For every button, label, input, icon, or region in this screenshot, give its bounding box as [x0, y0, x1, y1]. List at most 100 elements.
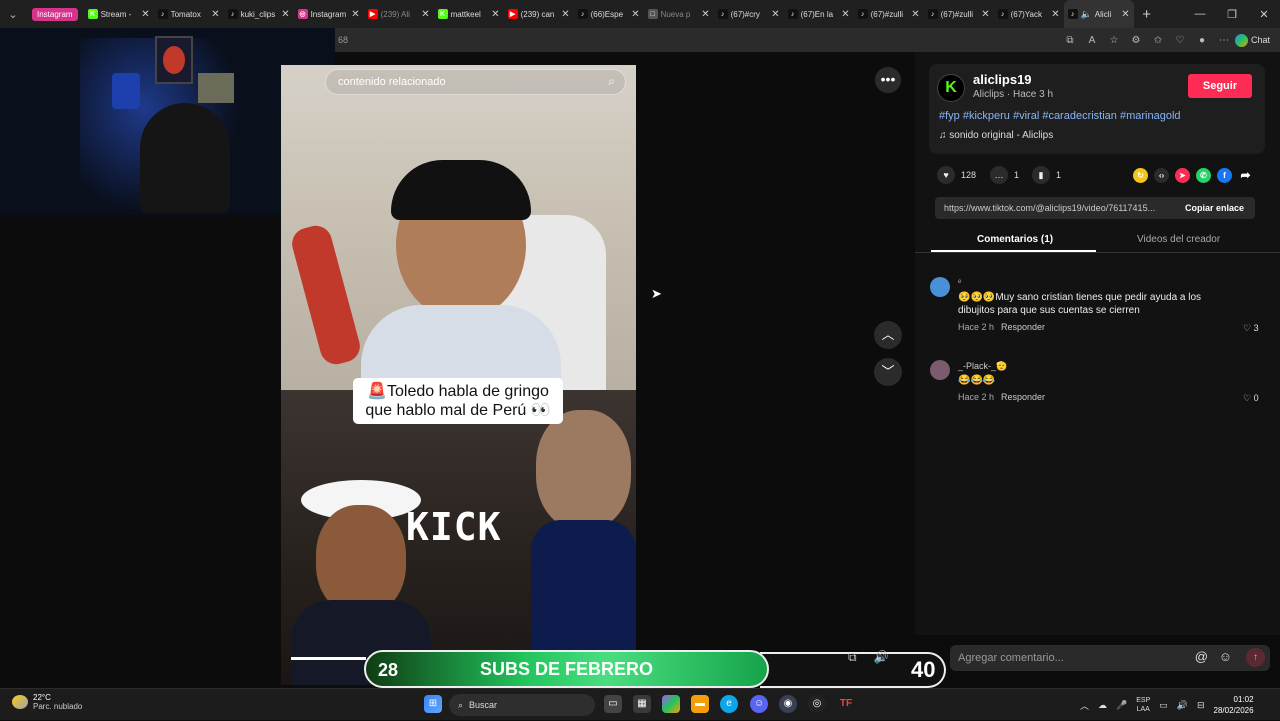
- favorite-star-icon[interactable]: ☆: [1103, 35, 1125, 46]
- display-icon[interactable]: ▭: [1159, 700, 1168, 711]
- video-progress-bar[interactable]: [291, 657, 366, 660]
- browser-tab[interactable]: ♪ (67)#zulli ✕: [924, 0, 994, 28]
- browser-essentials-icon[interactable]: ♡: [1169, 35, 1191, 46]
- browser-tab[interactable]: ▶ (239) can ✕: [504, 0, 574, 28]
- close-icon[interactable]: ✕: [1051, 9, 1059, 20]
- minimize-button[interactable]: —: [1184, 8, 1216, 20]
- language-indicator[interactable]: ESP LAA: [1136, 696, 1150, 714]
- related-content-search[interactable]: contenido relacionado ⌕: [325, 69, 626, 95]
- copilot-chat-button[interactable]: Chat: [1234, 33, 1280, 47]
- browser-tab[interactable]: ♪ (67)#zulli ✕: [854, 0, 924, 28]
- commenter-name[interactable]: _-Plack-_🫡: [958, 361, 1007, 372]
- commenter-avatar[interactable]: [930, 360, 950, 380]
- close-icon[interactable]: ✕: [911, 9, 919, 20]
- close-icon[interactable]: ✕: [211, 9, 219, 20]
- video-player[interactable]: contenido relacionado ⌕ 🚨Toledo habla de…: [281, 65, 636, 685]
- tab-group-label[interactable]: Instagram: [32, 7, 78, 21]
- close-icon[interactable]: ✕: [491, 9, 499, 20]
- taskbar-search[interactable]: ⌕ Buscar: [449, 694, 595, 716]
- close-icon[interactable]: ✕: [141, 9, 149, 20]
- browser-tab[interactable]: ♪ kuki_clips ✕: [224, 0, 294, 28]
- microphone-icon[interactable]: 🎤: [1116, 700, 1127, 711]
- browser-tab[interactable]: ◎ Instagram ✕: [294, 0, 364, 28]
- next-video-button[interactable]: ﹀: [874, 358, 902, 386]
- save-stat[interactable]: ▮ 1: [1032, 166, 1061, 184]
- obs-icon[interactable]: ◎: [808, 695, 826, 713]
- close-icon[interactable]: ✕: [771, 9, 779, 20]
- copilot-icon[interactable]: [662, 695, 680, 713]
- comment-like[interactable]: ♡ 0: [1243, 393, 1259, 404]
- copy-link-button[interactable]: Copiar enlace: [1185, 203, 1255, 213]
- edge-icon[interactable]: e: [720, 695, 738, 713]
- follow-button[interactable]: Seguir: [1188, 74, 1252, 98]
- discord-icon[interactable]: ☺: [750, 695, 768, 713]
- volume-icon[interactable]: 🔊: [1177, 700, 1188, 711]
- close-icon[interactable]: ✕: [351, 9, 359, 20]
- favorites-icon[interactable]: ✩: [1147, 35, 1169, 46]
- browser-tab[interactable]: ♪ (66)Espe ✕: [574, 0, 644, 28]
- search-icon[interactable]: ⌕: [608, 74, 615, 89]
- close-icon[interactable]: ✕: [1121, 9, 1129, 20]
- previous-video-button[interactable]: ︿: [874, 321, 902, 349]
- onedrive-icon[interactable]: ☁: [1098, 700, 1107, 711]
- reply-button[interactable]: Responder: [1001, 322, 1045, 332]
- hashtags[interactable]: #fyp #kickperu #viral #caradecristian #m…: [939, 110, 1181, 122]
- embed-icon[interactable]: ‹›: [1154, 168, 1169, 183]
- mention-icon[interactable]: @: [1195, 649, 1208, 664]
- close-icon[interactable]: ✕: [981, 9, 989, 20]
- app-icon[interactable]: ◉: [779, 695, 797, 713]
- close-icon[interactable]: ✕: [631, 9, 639, 20]
- browser-tab[interactable]: □ Nueva p ✕: [644, 0, 714, 28]
- commenter-name[interactable]: ᵉ: [958, 277, 961, 287]
- more-options-button[interactable]: •••: [875, 67, 901, 93]
- store-icon[interactable]: ▦: [633, 695, 651, 713]
- close-window-button[interactable]: ✕: [1248, 8, 1280, 21]
- browser-tab[interactable]: ♪ (67)Yack ✕: [994, 0, 1064, 28]
- sound-link[interactable]: ♫ sonido original - Aliclips: [939, 130, 1053, 141]
- comment-like[interactable]: ♡ 3: [1243, 323, 1259, 334]
- translate-icon[interactable]: A: [1081, 35, 1103, 46]
- send-comment-button[interactable]: ↑: [1246, 648, 1265, 667]
- close-icon[interactable]: ✕: [421, 9, 429, 20]
- close-icon[interactable]: ✕: [701, 9, 709, 20]
- reply-button[interactable]: Responder: [1001, 392, 1045, 402]
- start-button[interactable]: ⊞: [424, 695, 442, 713]
- browser-tab[interactable]: ♪ (67)En la ✕: [784, 0, 854, 28]
- like-stat[interactable]: ♥ 128: [937, 166, 976, 184]
- send-icon[interactable]: ➤: [1175, 168, 1190, 183]
- profile-avatar[interactable]: ●: [1191, 35, 1213, 46]
- facebook-icon[interactable]: f: [1217, 168, 1232, 183]
- share-arrow-icon[interactable]: ➦: [1238, 168, 1253, 183]
- commenter-avatar[interactable]: [930, 277, 950, 297]
- comment-input[interactable]: Agregar comentario... @ ☺ ↑: [950, 645, 1270, 671]
- whatsapp-icon[interactable]: ✆: [1196, 168, 1211, 183]
- browser-tab[interactable]: K Stream - ✕: [84, 0, 154, 28]
- emoji-icon[interactable]: ☺: [1219, 649, 1232, 664]
- tab-actions-menu[interactable]: ⌄: [0, 0, 26, 28]
- clock[interactable]: 01:02 28/02/2026: [1214, 694, 1254, 716]
- more-menu-icon[interactable]: ⋯: [1213, 35, 1235, 46]
- maximize-button[interactable]: ❐: [1216, 8, 1248, 21]
- browser-tab[interactable]: Kmattkeel ✕: [434, 0, 504, 28]
- new-tab-button[interactable]: +: [1134, 6, 1160, 23]
- volume-icon[interactable]: 🔊: [874, 650, 889, 664]
- task-view-icon[interactable]: ▭: [604, 695, 622, 713]
- tab-active[interactable]: ♪ 🔈 Alicli ✕: [1063, 0, 1134, 28]
- app-tf-icon[interactable]: TF: [837, 695, 855, 713]
- author-avatar[interactable]: K: [937, 74, 965, 102]
- share-url[interactable]: https://www.tiktok.com/@aliclips19/video…: [935, 203, 1185, 213]
- comment-stat[interactable]: … 1: [990, 166, 1019, 184]
- browser-tab[interactable]: ♪ Tomatox ✕: [154, 0, 224, 28]
- network-icon[interactable]: ⊟: [1197, 700, 1205, 711]
- close-icon[interactable]: ✕: [281, 9, 289, 20]
- extensions-icon[interactable]: ⚙: [1125, 35, 1147, 46]
- pip-icon[interactable]: ⧉: [848, 650, 857, 664]
- chevron-up-icon[interactable]: ︿: [1080, 699, 1089, 712]
- file-explorer-icon[interactable]: ▬: [691, 695, 709, 713]
- close-icon[interactable]: ✕: [561, 9, 569, 20]
- url-field[interactable]: 68: [335, 35, 1059, 45]
- browser-tab[interactable]: ▶ (239) Ali ✕: [364, 0, 434, 28]
- repost-icon[interactable]: ↻: [1133, 168, 1148, 183]
- author-username[interactable]: aliclips19: [973, 72, 1032, 87]
- browser-tab[interactable]: ♪ (67)#cry ✕: [714, 0, 784, 28]
